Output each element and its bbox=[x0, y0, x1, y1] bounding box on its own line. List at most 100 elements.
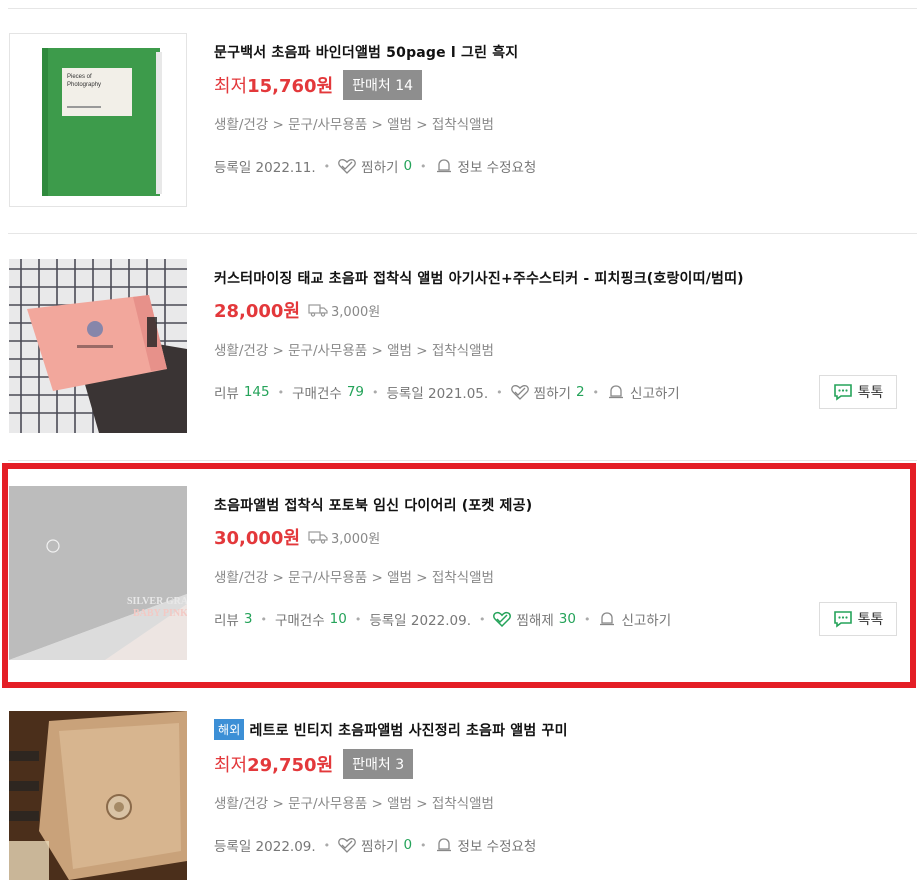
talktalk-label: 톡톡 bbox=[857, 385, 884, 401]
price-value: 29,750원 bbox=[247, 755, 334, 776]
price-row: 최저15,760원 판매처 14 bbox=[214, 70, 423, 100]
wish-count: 30 bbox=[558, 611, 576, 627]
report-label: 정보 수정요청 bbox=[457, 160, 537, 176]
talktalk-button[interactable]: 톡톡 bbox=[819, 375, 897, 409]
info-edit-request-button[interactable]: 정보 수정요청 bbox=[435, 156, 537, 176]
purchase-count: 79 bbox=[346, 384, 364, 400]
truck-icon bbox=[308, 531, 328, 544]
report-button[interactable]: 신고하기 bbox=[607, 382, 680, 402]
product-title[interactable]: 초음파앨범 접착식 포토북 임신 다이어리 (포켓 제공) bbox=[214, 495, 532, 515]
price-prefix: 최저 bbox=[214, 755, 248, 776]
product-title[interactable]: 해외 레트로 빈티지 초음파앨범 사진정리 초음파 앨범 꾸미 bbox=[214, 719, 568, 740]
wish-button[interactable]: 찜하기 0 bbox=[338, 835, 412, 855]
unwish-button[interactable]: 찜해제 30 bbox=[493, 609, 576, 629]
review-label: 리뷰 bbox=[214, 613, 239, 629]
item-divider bbox=[8, 460, 917, 461]
heart-icon bbox=[338, 838, 357, 853]
product-thumbnail[interactable] bbox=[9, 259, 187, 433]
info-edit-request-button[interactable]: 정보 수정요청 bbox=[435, 835, 537, 855]
registered-date: 등록일 2022.09. bbox=[369, 613, 471, 629]
category-breadcrumb[interactable]: 생활/건강 > 문구/사무용품 > 앨범 > 접착식앨범 bbox=[214, 792, 494, 812]
chat-icon bbox=[833, 611, 852, 628]
product-thumbnail[interactable]: Pieces of Photography bbox=[9, 33, 187, 207]
price[interactable]: 30,000원 bbox=[214, 524, 300, 550]
category-breadcrumb[interactable]: 생활/건강 > 문구/사무용품 > 앨범 > 접착식앨범 bbox=[214, 339, 494, 359]
separator-dot: • bbox=[420, 159, 427, 173]
wish-button[interactable]: 찜하기 2 bbox=[510, 382, 585, 402]
review-count: 3 bbox=[243, 611, 253, 627]
thumb-text: BABY PINK bbox=[133, 608, 187, 619]
wish-label: 찜하기 bbox=[361, 839, 399, 855]
shipping-value: 3,000원 bbox=[331, 531, 381, 547]
product-title[interactable]: 커스터마이징 태교 초음파 접착식 앨범 아기사진+주수스티커 - 피치핑크(호… bbox=[214, 268, 744, 288]
wish-label: 찜하기 bbox=[533, 386, 571, 402]
meta-row: 등록일 2022.11. • 찜하기 0 • 정보 수정요청 bbox=[214, 156, 536, 176]
truck-icon bbox=[308, 304, 328, 317]
separator-dot: • bbox=[478, 612, 486, 626]
thumb-text: Photography bbox=[67, 82, 101, 88]
product-thumbnail[interactable] bbox=[9, 711, 187, 880]
review-label: 리뷰 bbox=[214, 386, 239, 402]
top-divider bbox=[8, 8, 917, 9]
product-title[interactable]: 문구백서 초음파 바인더앨범 50page l 그린 흑지 bbox=[214, 42, 518, 62]
thumb-text: Pieces of bbox=[67, 74, 92, 80]
review-link[interactable]: 리뷰 3 bbox=[214, 609, 252, 629]
separator-dot: • bbox=[354, 612, 362, 626]
shipping-fee: 3,000원 bbox=[308, 528, 380, 547]
registered-date: 등록일 2022.09. bbox=[214, 839, 316, 855]
purchase-label: 구매건수 bbox=[274, 613, 325, 629]
product-thumbnail[interactable]: SILVER GRAY BABY PINK bbox=[9, 486, 187, 660]
separator-dot: • bbox=[323, 838, 331, 852]
price-value: 15,760원 bbox=[247, 76, 334, 97]
price[interactable]: 최저15,760원 bbox=[214, 72, 333, 98]
shipping-value: 3,000원 bbox=[331, 304, 381, 320]
purchase-count: 10 bbox=[329, 611, 347, 627]
report-label: 신고하기 bbox=[621, 613, 672, 629]
purchase-count-group: 구매건수 10 bbox=[275, 609, 347, 629]
category-breadcrumb[interactable]: 생활/건강 > 문구/사무용품 > 앨범 > 접착식앨범 bbox=[214, 566, 494, 586]
sellers-badge[interactable]: 판매처 14 bbox=[343, 70, 423, 100]
thumb-text: SILVER GRAY bbox=[127, 596, 187, 607]
purchase-count-group: 구매건수 79 bbox=[292, 382, 364, 402]
heart-icon bbox=[493, 611, 512, 627]
separator-dot: • bbox=[583, 612, 591, 626]
registered-date: 등록일 2022.11. bbox=[214, 160, 316, 176]
review-count: 145 bbox=[243, 384, 270, 400]
separator-dot: • bbox=[260, 612, 267, 626]
separator-dot: • bbox=[496, 385, 503, 399]
meta-row: 등록일 2022.09. • 찜하기 0 • 정보 수정요청 bbox=[214, 835, 536, 855]
wish-count: 2 bbox=[575, 384, 585, 400]
price[interactable]: 28,000원 bbox=[214, 297, 300, 323]
talktalk-button[interactable]: 톡톡 bbox=[819, 602, 897, 636]
registered-date: 등록일 2021.05. bbox=[386, 386, 489, 402]
report-button[interactable]: 신고하기 bbox=[598, 609, 671, 629]
price-row: 28,000원 3,000원 bbox=[214, 297, 380, 323]
bell-icon bbox=[609, 385, 624, 399]
product-title-text: 레트로 빈티지 초음파앨범 사진정리 초음파 앨범 꾸미 bbox=[249, 723, 568, 739]
meta-row: 리뷰 3 • 구매건수 10 • 등록일 2022.09. • 찜해제 30 •… bbox=[214, 609, 671, 629]
category-breadcrumb[interactable]: 생활/건강 > 문구/사무용품 > 앨범 > 접착식앨범 bbox=[214, 113, 494, 133]
meta-row: 리뷰 145 • 구매건수 79 • 등록일 2021.05. • 찜하기 2 … bbox=[214, 382, 680, 402]
talktalk-label: 톡톡 bbox=[857, 612, 884, 628]
heart-icon bbox=[510, 385, 529, 400]
wish-button[interactable]: 찜하기 0 bbox=[338, 156, 412, 176]
review-link[interactable]: 리뷰 145 bbox=[214, 382, 270, 402]
sellers-badge[interactable]: 판매처 3 bbox=[343, 749, 414, 779]
separator-dot: • bbox=[420, 838, 427, 852]
overseas-badge: 해외 bbox=[214, 719, 245, 740]
wish-count: 0 bbox=[403, 158, 413, 174]
report-label: 신고하기 bbox=[630, 386, 680, 402]
heart-icon bbox=[338, 159, 357, 174]
wish-label: 찜하기 bbox=[361, 160, 399, 176]
chat-icon bbox=[833, 384, 852, 401]
report-label: 정보 수정요청 bbox=[457, 839, 537, 855]
bell-icon bbox=[436, 838, 451, 852]
separator-dot: • bbox=[323, 159, 331, 173]
price-row: 최저29,750원 판매처 3 bbox=[214, 749, 414, 779]
price[interactable]: 최저29,750원 bbox=[214, 751, 333, 777]
separator-dot: • bbox=[592, 385, 600, 399]
separator-dot: • bbox=[277, 385, 285, 399]
purchase-label: 구매건수 bbox=[292, 386, 342, 402]
price-row: 30,000원 3,000원 bbox=[214, 524, 380, 550]
price-prefix: 최저 bbox=[214, 76, 248, 97]
